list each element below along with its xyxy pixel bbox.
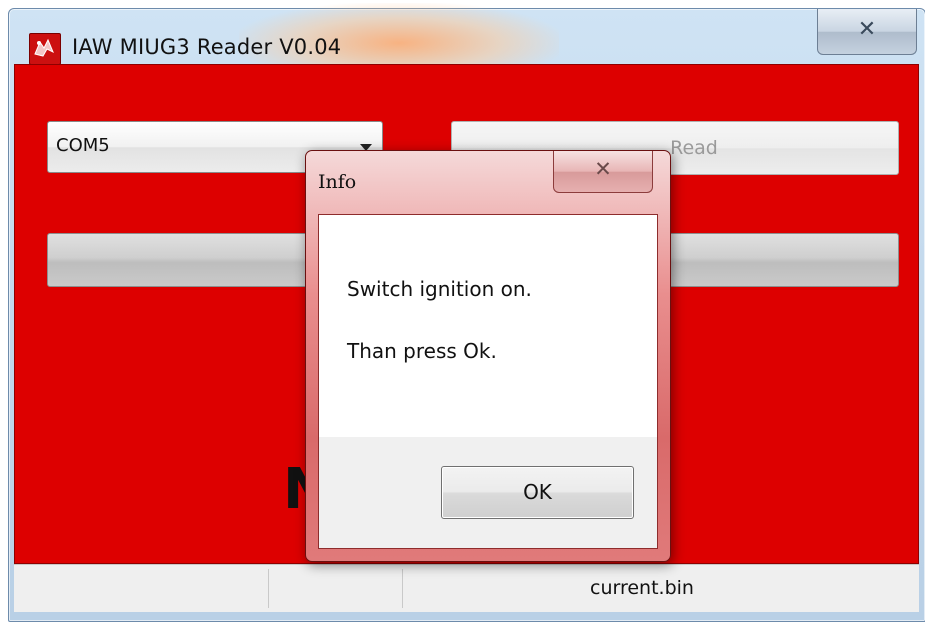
desktop: IAW MIUG3 Reader V0.04 ✕ COM5 Read N cur…: [0, 0, 925, 623]
status-cell-2: [268, 569, 403, 608]
status-filename: current.bin: [590, 577, 694, 599]
status-bar: current.bin: [14, 564, 919, 612]
dialog-title: Info: [318, 171, 357, 193]
ok-button[interactable]: OK: [441, 466, 634, 519]
close-icon: ✕: [857, 17, 877, 42]
com-port-value: COM5: [56, 135, 110, 156]
dialog-close-button[interactable]: ✕: [553, 151, 653, 193]
window-close-button[interactable]: ✕: [817, 9, 917, 55]
dialog-footer: OK: [319, 437, 657, 548]
info-dialog: Info ✕ Switch ignition on. Than press Ok…: [305, 150, 671, 562]
status-cell-1: [14, 569, 269, 608]
window-title: IAW MIUG3 Reader V0.04: [72, 35, 342, 59]
dialog-message-area: Switch ignition on. Than press Ok.: [319, 215, 657, 437]
dialog-message-line-2: Than press Ok.: [347, 339, 497, 363]
close-icon: ✕: [594, 157, 612, 181]
dialog-message-line-1: Switch ignition on.: [347, 277, 532, 301]
dialog-body: Switch ignition on. Than press Ok. OK: [318, 214, 658, 549]
app-logo-icon: [29, 33, 61, 65]
